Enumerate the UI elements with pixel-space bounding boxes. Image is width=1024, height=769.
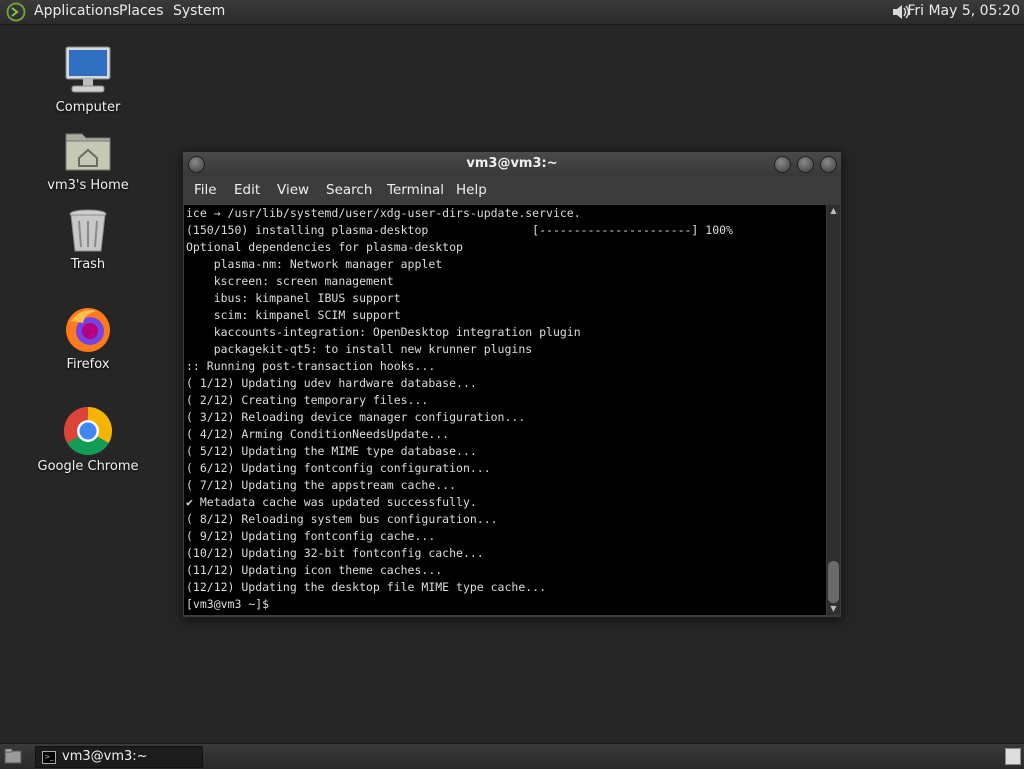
home-folder-icon — [65, 133, 111, 171]
desktop-icon-home[interactable]: vm3's Home — [33, 126, 143, 193]
applications-menu[interactable]: Applications — [34, 3, 120, 19]
trash-icon — [69, 209, 107, 252]
terminal-line: Optional dependencies for plasma-desktop — [186, 240, 463, 254]
bottom-panel: >_ vm3@vm3:~ — [0, 743, 1024, 769]
menu-search[interactable]: Search — [326, 182, 372, 198]
terminal-menubar: File Edit View Search Terminal Help — [183, 178, 841, 202]
minimize-button[interactable] — [774, 156, 791, 173]
places-menu[interactable]: Places — [119, 3, 164, 19]
menu-help[interactable]: Help — [456, 182, 487, 198]
firefox-icon — [66, 308, 110, 352]
menu-terminal[interactable]: Terminal — [387, 182, 444, 198]
desktop-icon-chrome[interactable]: Google Chrome — [33, 405, 143, 474]
taskbar-item-label: vm3@vm3:~ — [62, 749, 148, 764]
menu-file[interactable]: File — [194, 182, 217, 198]
close-button[interactable] — [820, 156, 837, 173]
window-title: vm3@vm3:~ — [466, 156, 558, 171]
terminal-output[interactable]: ice → /usr/lib/systemd/user/xdg-user-dir… — [184, 205, 826, 615]
desktop-icon-computer[interactable]: Computer — [33, 44, 143, 115]
show-desktop-icon[interactable] — [4, 748, 22, 764]
terminal-line: scim: kimpanel SCIM support — [186, 308, 401, 322]
maximize-button[interactable] — [797, 156, 814, 173]
scroll-up-icon[interactable]: ▲ — [827, 205, 840, 217]
scrollbar-thumb[interactable] — [828, 561, 839, 603]
desktop-icon-trash[interactable]: Trash — [33, 207, 143, 272]
window-titlebar[interactable]: vm3@vm3:~ — [183, 152, 841, 176]
terminal-line: ( 1/12) Updating udev hardware database.… — [186, 376, 477, 390]
terminal-line: ( 2/12) Creating temporary files... — [186, 393, 429, 407]
terminal-line: (11/12) Updating icon theme caches... — [186, 563, 443, 577]
terminal-line: ✔ Metadata cache was updated successfull… — [186, 495, 477, 509]
desktop-icon-label: Google Chrome — [37, 459, 139, 474]
terminal-line: ( 6/12) Updating fontconfig configuratio… — [186, 461, 491, 475]
terminal-line: (150/150) installing plasma-desktop [---… — [186, 223, 733, 237]
computer-icon — [65, 46, 111, 93]
terminal-line: ( 5/12) Updating the MIME type database.… — [186, 444, 477, 458]
terminal-line: ( 7/12) Updating the appstream cache... — [186, 478, 457, 492]
terminal-prompt[interactable]: [vm3@vm3 ~]$ — [186, 597, 276, 611]
terminal-line: kaccounts-integration: OpenDesktop integ… — [186, 325, 581, 339]
top-panel: Applications Places System Fri May 5, 05… — [0, 0, 1024, 25]
terminal-window[interactable]: vm3@vm3:~ File Edit View Search Terminal… — [182, 151, 842, 618]
workspace-switcher-icon[interactable] — [1005, 748, 1021, 765]
scroll-down-icon[interactable]: ▼ — [827, 603, 840, 615]
terminal-scrollbar[interactable]: ▲ ▼ — [827, 205, 840, 615]
terminal-line: ( 3/12) Reloading device manager configu… — [186, 410, 526, 424]
clock[interactable]: Fri May 5, 05:20 — [907, 3, 1020, 19]
terminal-line: ( 8/12) Reloading system bus configurati… — [186, 512, 498, 526]
desktop-icon-label: Computer — [55, 100, 121, 115]
system-menu[interactable]: System — [173, 3, 225, 19]
terminal-line: packagekit-qt5: to install new krunner p… — [186, 342, 533, 356]
terminal-line: ( 9/12) Updating fontconfig cache... — [186, 529, 436, 543]
menu-edit[interactable]: Edit — [234, 182, 260, 198]
terminal-line: kscreen: screen management — [186, 274, 394, 288]
desktop-icon-firefox[interactable]: Firefox — [33, 305, 143, 372]
chrome-icon — [63, 407, 113, 456]
terminal-line: ibus: kimpanel IBUS support — [186, 291, 401, 305]
desktop-icon-label: Trash — [70, 257, 106, 272]
terminal-line: plasma-nm: Network manager applet — [186, 257, 443, 271]
terminal-line: ice → /usr/lib/systemd/user/xdg-user-dir… — [186, 206, 581, 220]
desktop-icon-label: vm3's Home — [47, 178, 129, 193]
terminal-icon: >_ — [42, 751, 56, 764]
terminal-line: ( 4/12) Arming ConditionNeedsUpdate... — [186, 427, 450, 441]
distro-logo-icon[interactable] — [6, 2, 26, 22]
desktop-icon-label: Firefox — [66, 357, 110, 372]
terminal-line: :: Running post-transaction hooks... — [186, 359, 436, 373]
menu-view[interactable]: View — [277, 182, 309, 198]
taskbar-item-terminal[interactable]: >_ vm3@vm3:~ — [35, 746, 203, 768]
terminal-line: (12/12) Updating the desktop file MIME t… — [186, 580, 547, 594]
terminal-line: (10/12) Updating 32-bit fontconfig cache… — [186, 546, 484, 560]
